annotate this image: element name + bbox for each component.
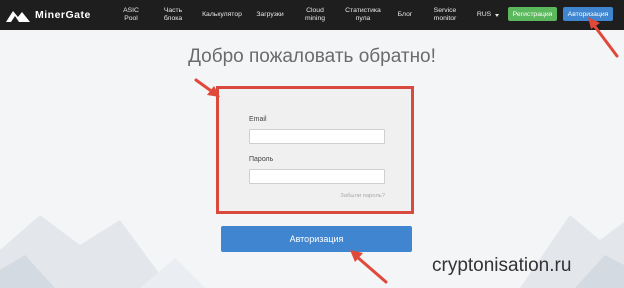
caret-down-icon bbox=[495, 13, 500, 17]
login-submit-button[interactable]: Авторизация bbox=[221, 226, 412, 252]
nav-item-pool-stats[interactable]: Статистика пула bbox=[338, 0, 388, 30]
page-title: Добро пожаловать обратно! bbox=[188, 46, 436, 67]
logo-text: MinerGate bbox=[35, 9, 91, 21]
password-field[interactable] bbox=[249, 169, 385, 184]
watermark-text: cryptonisation.ru bbox=[432, 255, 572, 276]
password-label: Пароль bbox=[249, 156, 274, 163]
nav-item-downloads[interactable]: Загрузки bbox=[252, 0, 288, 30]
login-nav-button[interactable]: Авторизация bbox=[563, 7, 613, 21]
language-label: RUS bbox=[476, 11, 492, 18]
forgot-password-link[interactable]: Забыли пароль? bbox=[340, 193, 385, 199]
nav-item-calculator[interactable]: Калькулятор bbox=[197, 0, 247, 30]
email-label: Email bbox=[249, 116, 267, 123]
nav-item-block-part[interactable]: Часть блока bbox=[156, 0, 190, 30]
register-button[interactable]: Регистрация bbox=[508, 7, 557, 21]
minergate-logo-icon bbox=[6, 11, 30, 22]
language-selector[interactable]: RUS bbox=[473, 0, 503, 30]
nav-item-cloud-mining[interactable]: Cloud mining bbox=[298, 0, 332, 30]
nav-item-blog[interactable]: Блог bbox=[394, 0, 416, 30]
minergate-logo[interactable]: MinerGate bbox=[6, 7, 91, 23]
nav-item-service-monitor[interactable]: Service monitor bbox=[425, 0, 465, 30]
top-navbar: MinerGate ASIC Pool Часть блока Калькуля… bbox=[0, 0, 624, 30]
nav-item-asic-pool[interactable]: ASIC Pool bbox=[118, 0, 144, 30]
email-field[interactable] bbox=[249, 129, 385, 144]
login-form: Email Пароль Забыли пароль? bbox=[216, 86, 414, 214]
